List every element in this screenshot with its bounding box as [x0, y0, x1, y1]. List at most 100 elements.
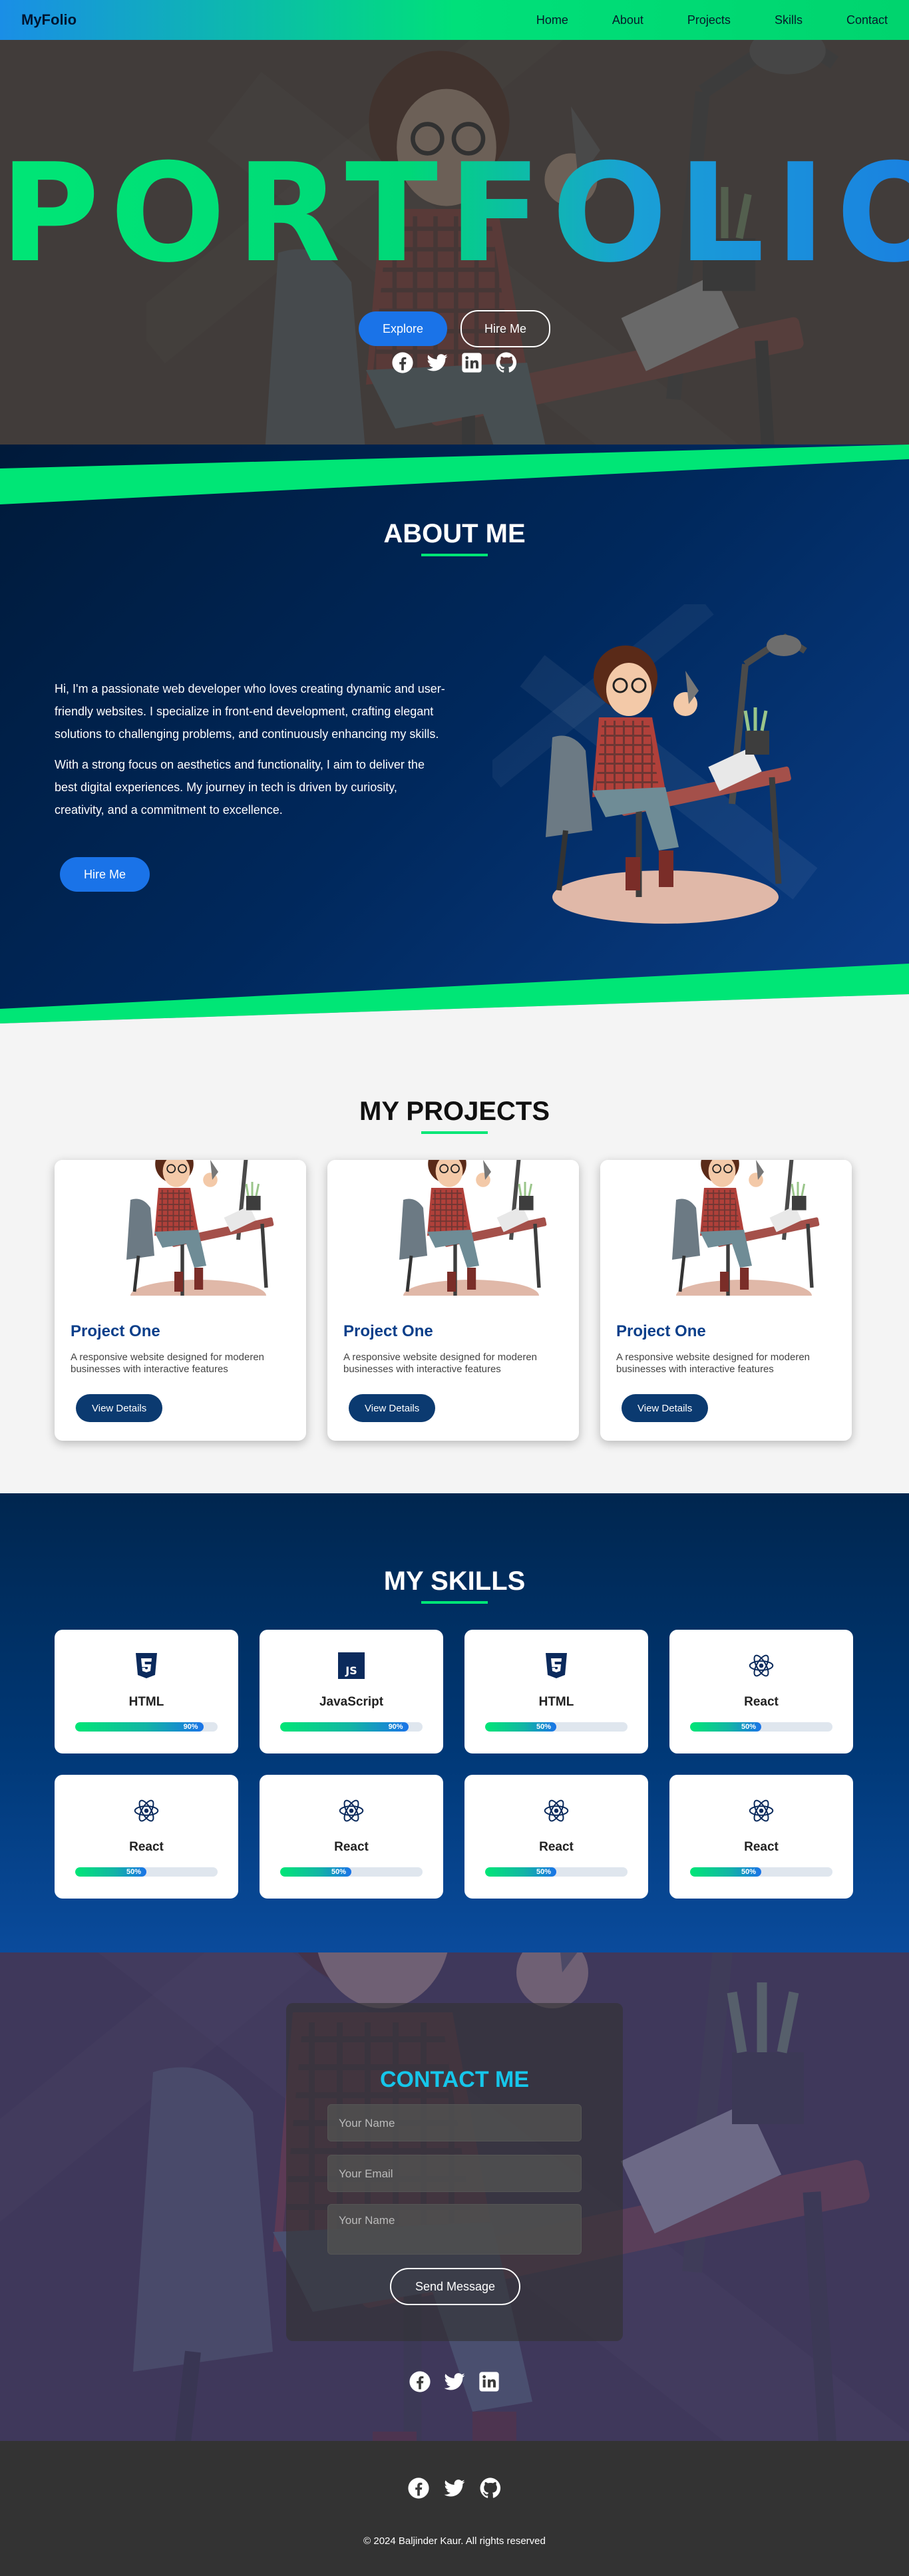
contact-section: CONTACT ME Your Name Your Email Your Nam…: [0, 1952, 909, 2441]
skill-progress-bar: 90%: [280, 1722, 423, 1732]
name-placeholder: Your Name: [339, 2117, 395, 2129]
skill-card: React 50%: [260, 1775, 443, 1899]
skill-progress-fill: 50%: [485, 1867, 556, 1877]
skill-progress-bar: 50%: [485, 1722, 628, 1732]
project-title: Project One: [616, 1322, 706, 1340]
twitter-icon[interactable]: [426, 351, 449, 374]
skill-card: HTML 90%: [55, 1630, 238, 1753]
email-placeholder: Your Email: [339, 2167, 393, 2180]
skill-percent: 50%: [741, 1868, 756, 1876]
skill-progress-fill: 50%: [280, 1867, 351, 1877]
project-description: A responsive website designed for modere…: [343, 1352, 538, 1375]
react-icon: [338, 1797, 365, 1824]
projects-heading-underline: [421, 1131, 488, 1134]
facebook-icon[interactable]: [391, 351, 414, 374]
contact-heading: CONTACT ME: [379, 2067, 530, 2092]
facebook-icon[interactable]: [409, 2370, 431, 2393]
skill-card: React 50%: [55, 1775, 238, 1899]
project-card: Project One A responsive website designe…: [600, 1160, 852, 1441]
contact-form: CONTACT ME Your Name Your Email Your Nam…: [286, 2003, 623, 2341]
project-description: A responsive website designed for modere…: [71, 1352, 265, 1375]
skill-card: JS JavaScript 90%: [260, 1630, 443, 1753]
github-icon[interactable]: [479, 2477, 502, 2499]
name-field[interactable]: Your Name: [327, 2104, 582, 2141]
nav-link-about[interactable]: About: [612, 13, 643, 27]
skill-card: React 50%: [669, 1775, 853, 1899]
view-details-button[interactable]: View Details: [349, 1394, 436, 1422]
skill-percent: 50%: [536, 1723, 551, 1731]
send-message-button[interactable]: Send Message: [390, 2268, 520, 2305]
skills-section: MY SKILLS HTML 90% JS JavaScript 90% HTML 50% R…: [0, 1493, 909, 1952]
top-accent-stripe: [0, 445, 909, 504]
nav-link-contact[interactable]: Contact: [846, 13, 888, 27]
explore-button[interactable]: Explore: [358, 311, 447, 346]
hero-section: PORTFOLIO Explore Hire Me: [0, 40, 909, 445]
view-details-button[interactable]: View Details: [76, 1394, 163, 1422]
skill-progress-bar: 50%: [280, 1867, 423, 1877]
skill-name: HTML: [538, 1695, 574, 1709]
project-card: Project One A responsive website designe…: [55, 1160, 306, 1441]
skill-progress-bar: 50%: [485, 1867, 628, 1877]
footer-copyright: © 2024 Baljinder Kaur. All rights reserv…: [363, 2535, 546, 2547]
skill-name: React: [129, 1840, 164, 1854]
skill-progress-fill: 50%: [690, 1722, 761, 1732]
skill-percent: 50%: [331, 1868, 346, 1876]
project-title: Project One: [343, 1322, 433, 1340]
skill-progress-bar: 90%: [75, 1722, 218, 1732]
github-icon[interactable]: [495, 351, 518, 374]
about-paragraph-1: Hi, I'm a passionate web developer who l…: [55, 682, 445, 741]
twitter-icon[interactable]: [443, 2477, 466, 2499]
hero-social-links: [0, 351, 909, 374]
skill-card: React 50%: [669, 1630, 853, 1753]
about-section: ABOUT ME Hi, I'm a passionate web develo…: [0, 445, 909, 1023]
skill-name: React: [539, 1840, 574, 1854]
email-field[interactable]: Your Email: [327, 2155, 582, 2192]
project-description: A responsive website designed for modere…: [616, 1352, 811, 1375]
contact-social-links: [0, 2370, 909, 2393]
project-thumbnail: [327, 1160, 579, 1296]
project-card: Project One A responsive website designe…: [327, 1160, 579, 1441]
skill-percent: 90%: [388, 1723, 403, 1731]
react-icon: [748, 1797, 775, 1824]
view-details-button[interactable]: View Details: [622, 1394, 709, 1422]
skill-name: React: [744, 1695, 779, 1709]
html5-icon: [133, 1652, 160, 1679]
nav-link-skills[interactable]: Skills: [775, 13, 803, 27]
skill-percent: 50%: [126, 1868, 141, 1876]
skills-heading: MY SKILLS: [383, 1566, 526, 1596]
about-paragraph-2: With a strong focus on aesthetics and fu…: [55, 758, 425, 817]
linkedin-icon[interactable]: [478, 2370, 500, 2393]
projects-heading: MY PROJECTS: [359, 1097, 550, 1126]
css3-icon: [543, 1652, 570, 1679]
skill-percent: 50%: [536, 1868, 551, 1876]
skill-progress-fill: 90%: [280, 1722, 409, 1732]
hero-hire-me-button[interactable]: Hire Me: [460, 310, 551, 347]
nav-link-home[interactable]: Home: [536, 13, 568, 27]
nav-link-projects[interactable]: Projects: [687, 13, 731, 27]
skill-progress-fill: 50%: [75, 1867, 146, 1877]
svg-text:JS: JS: [345, 1664, 357, 1677]
skill-progress-bar: 50%: [75, 1867, 218, 1877]
skills-grid: HTML 90% JS JavaScript 90% HTML 50% React 50% Rea…: [55, 1630, 853, 1899]
about-hire-me-button[interactable]: Hire Me: [60, 857, 150, 892]
project-thumbnail: [600, 1160, 852, 1296]
project-cards: Project One A responsive website designe…: [55, 1160, 852, 1441]
skill-name: React: [744, 1840, 779, 1854]
developer-illustration: [492, 604, 825, 930]
about-text: Hi, I'm a passionate web developer who l…: [55, 677, 447, 829]
message-field[interactable]: Your Name: [327, 2204, 582, 2255]
react-icon: [133, 1797, 160, 1824]
skill-name: HTML: [128, 1695, 164, 1709]
skill-name: React: [334, 1840, 369, 1854]
projects-section: MY PROJECTS Project One A responsive web…: [0, 1023, 909, 1493]
skill-name: JavaScript: [319, 1695, 384, 1709]
footer: © 2024 Baljinder Kaur. All rights reserv…: [0, 2441, 909, 2576]
brand-logo[interactable]: MyFolio: [21, 11, 77, 29]
top-nav: MyFolio Home About Projects Skills Conta…: [0, 0, 909, 40]
skill-percent: 50%: [741, 1723, 756, 1731]
twitter-icon[interactable]: [443, 2370, 466, 2393]
facebook-icon[interactable]: [407, 2477, 430, 2499]
skill-card: HTML 50%: [464, 1630, 648, 1753]
linkedin-icon[interactable]: [460, 351, 483, 374]
skill-progress-fill: 50%: [485, 1722, 556, 1732]
